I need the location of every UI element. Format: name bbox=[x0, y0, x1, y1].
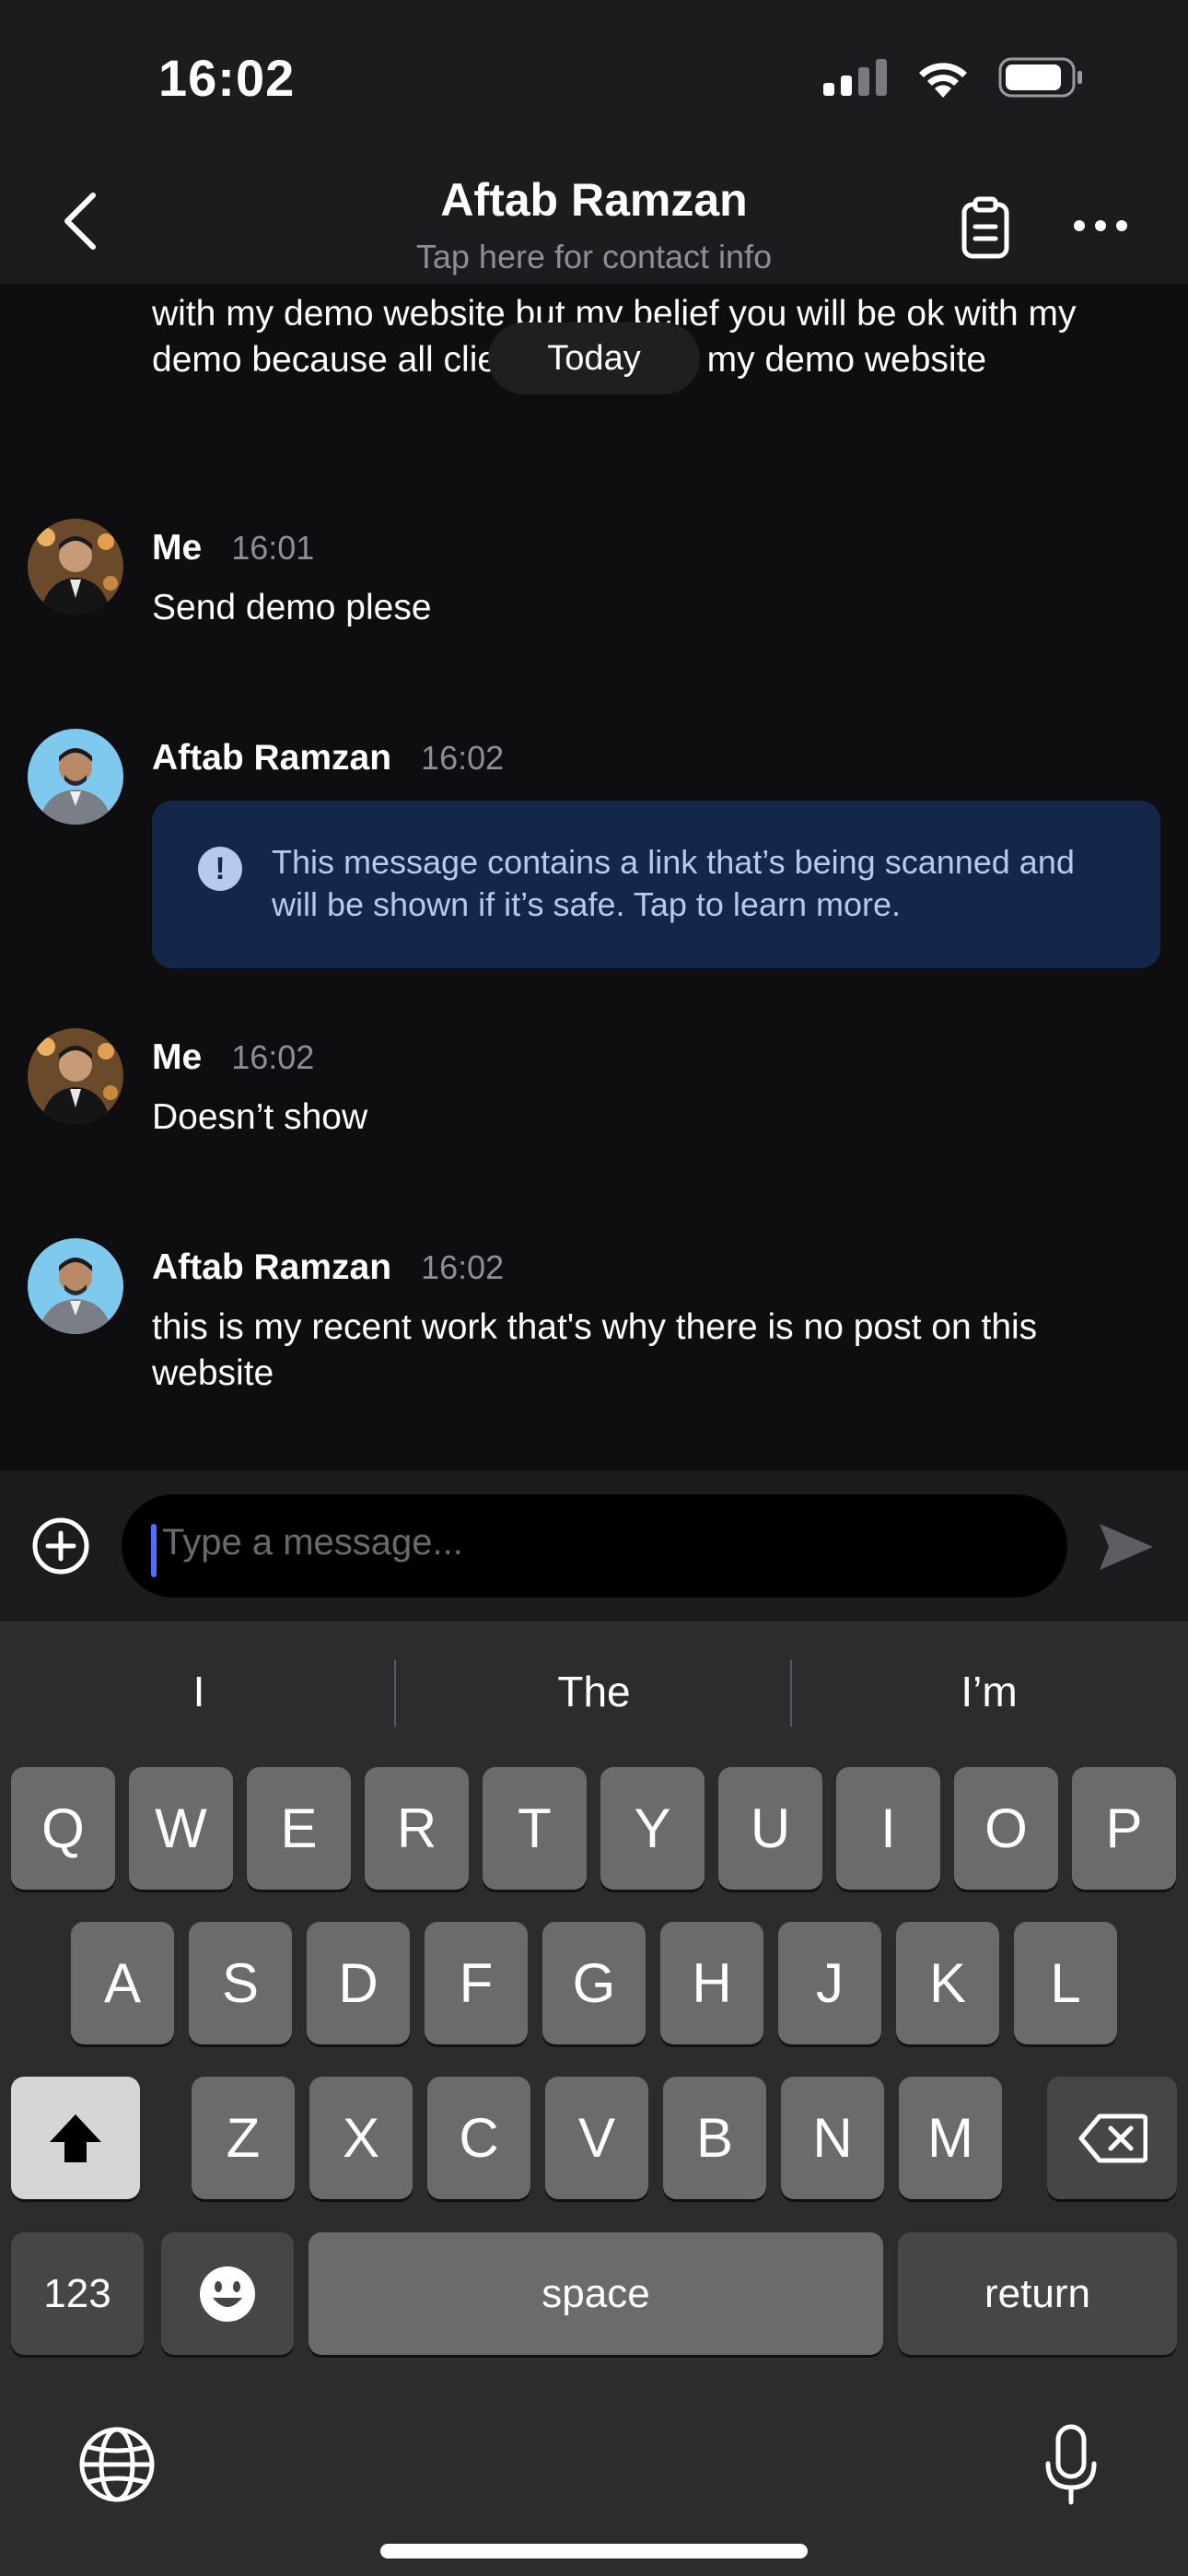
message-text: this is my recent work that's why there … bbox=[152, 1307, 1038, 1393]
chat-header[interactable]: Aftab Ramzan Tap here for contact info bbox=[0, 157, 1188, 284]
key-j[interactable]: J bbox=[778, 1922, 881, 2044]
key-n[interactable]: N bbox=[781, 2077, 884, 2199]
space-key[interactable]: space bbox=[309, 2232, 883, 2355]
key-k[interactable]: K bbox=[896, 1922, 999, 2044]
key-t[interactable]: T bbox=[483, 1767, 587, 1890]
sender-name: Me bbox=[152, 1037, 203, 1077]
message-list[interactable]: with my demo website but my belief you w… bbox=[0, 284, 1188, 1470]
text-caret bbox=[151, 1524, 157, 1577]
status-time: 16:02 bbox=[158, 49, 296, 107]
key-b[interactable]: B bbox=[663, 2077, 766, 2199]
key-y[interactable]: Y bbox=[600, 1767, 705, 1890]
emoji-smiley-icon bbox=[200, 2266, 255, 2322]
key-m[interactable]: M bbox=[899, 2077, 1002, 2199]
message-input-placeholder: Type a message... bbox=[162, 1522, 463, 1563]
message-header: Aftab Ramzan 16:02 bbox=[152, 738, 504, 779]
key-a[interactable]: A bbox=[71, 1922, 174, 2044]
avatar-aftab[interactable] bbox=[28, 729, 123, 825]
message-time: 16:01 bbox=[231, 529, 315, 567]
message-header: Aftab Ramzan 16:02 bbox=[152, 1247, 504, 1288]
clipboard-button[interactable] bbox=[953, 195, 1018, 260]
avatar-me[interactable] bbox=[28, 1028, 123, 1124]
message-text: Send demo plese bbox=[152, 588, 432, 627]
dictation-button[interactable] bbox=[1030, 2423, 1112, 2506]
info-exclamation-icon: ! bbox=[198, 847, 242, 891]
message-time: 16:02 bbox=[421, 739, 505, 777]
avatar-me[interactable] bbox=[28, 519, 123, 615]
microphone-icon bbox=[1045, 2424, 1097, 2505]
sender-name: Aftab Ramzan bbox=[152, 1247, 392, 1287]
message-header: Me 16:01 bbox=[152, 528, 314, 568]
shift-key[interactable] bbox=[11, 2077, 140, 2199]
message-time: 16:02 bbox=[231, 1038, 315, 1076]
suggestion-divider bbox=[394, 1660, 396, 1727]
key-v[interactable]: V bbox=[545, 2077, 648, 2199]
key-p[interactable]: P bbox=[1072, 1767, 1176, 1890]
message-input[interactable]: Type a message... bbox=[122, 1494, 1067, 1598]
plus-circle-icon bbox=[32, 1517, 89, 1575]
backspace-icon bbox=[1078, 2113, 1147, 2162]
add-attachment-button[interactable] bbox=[31, 1516, 90, 1575]
key-z[interactable]: Z bbox=[192, 2077, 295, 2199]
globe-button[interactable] bbox=[76, 2423, 158, 2506]
key-d[interactable]: D bbox=[307, 1922, 410, 2044]
key-w[interactable]: W bbox=[129, 1767, 233, 1890]
sender-name: Me bbox=[152, 528, 203, 568]
status-bar: 16:02 bbox=[0, 0, 1188, 157]
status-icons bbox=[823, 57, 1085, 98]
suggestion-3[interactable]: I’m bbox=[792, 1655, 1186, 1728]
globe-icon bbox=[79, 2427, 155, 2502]
key-c[interactable]: C bbox=[427, 2077, 530, 2199]
link-scan-notice-text: This message contains a link that’s bein… bbox=[272, 843, 1075, 923]
key-s[interactable]: S bbox=[189, 1922, 292, 2044]
message-composer: Type a message... bbox=[0, 1470, 1188, 1622]
sender-name: Aftab Ramzan bbox=[152, 738, 392, 778]
battery-icon bbox=[998, 57, 1082, 98]
keyboard: I The I’m Q W E R T Y U I O P A S D F G … bbox=[0, 1622, 1188, 2576]
shift-arrow-icon bbox=[50, 2113, 101, 2162]
suggestion-1[interactable]: I bbox=[2, 1655, 396, 1728]
backspace-key[interactable] bbox=[1047, 2077, 1177, 2199]
message-header: Me 16:02 bbox=[152, 1037, 314, 1078]
key-r[interactable]: R bbox=[365, 1767, 469, 1890]
key-l[interactable]: L bbox=[1014, 1922, 1117, 2044]
home-indicator[interactable] bbox=[380, 2544, 808, 2558]
key-u[interactable]: U bbox=[718, 1767, 822, 1890]
return-key[interactable]: return bbox=[898, 2232, 1177, 2355]
avatar-aftab[interactable] bbox=[28, 1238, 123, 1334]
send-button[interactable] bbox=[1096, 1516, 1157, 1577]
key-o[interactable]: O bbox=[954, 1767, 1058, 1890]
key-f[interactable]: F bbox=[425, 1922, 528, 2044]
wifi-icon bbox=[919, 63, 967, 98]
message-time: 16:02 bbox=[421, 1248, 505, 1286]
emoji-key[interactable] bbox=[161, 2232, 294, 2355]
key-h[interactable]: H bbox=[660, 1922, 763, 2044]
cellular-signal-icon bbox=[823, 59, 887, 96]
send-arrow-icon bbox=[1100, 1524, 1153, 1570]
message-text: Doesn’t show bbox=[152, 1097, 368, 1137]
more-dots-icon bbox=[1074, 220, 1127, 231]
suggestion-2[interactable]: The bbox=[397, 1655, 791, 1728]
key-q[interactable]: Q bbox=[11, 1767, 115, 1890]
link-scan-notice[interactable]: ! This message contains a link that’s be… bbox=[152, 801, 1160, 968]
more-options-button[interactable] bbox=[1068, 207, 1133, 244]
clipboard-icon bbox=[961, 196, 1009, 259]
key-x[interactable]: X bbox=[309, 2077, 413, 2199]
date-pill: Today bbox=[488, 322, 700, 394]
key-g[interactable]: G bbox=[542, 1922, 646, 2044]
key-e[interactable]: E bbox=[247, 1767, 351, 1890]
key-i[interactable]: I bbox=[836, 1767, 940, 1890]
numbers-key[interactable]: 123 bbox=[11, 2232, 144, 2355]
